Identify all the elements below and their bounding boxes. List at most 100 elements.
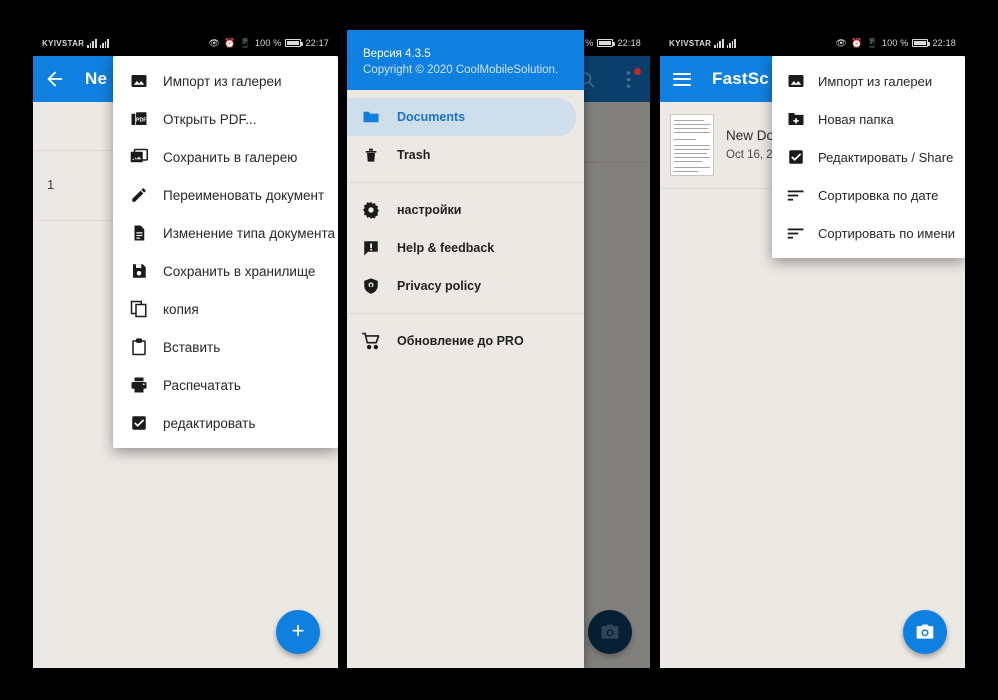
menu-item-import-gallery[interactable]: Импорт из галереи [772, 62, 965, 100]
menu-item-label: Открыть PDF... [163, 111, 257, 127]
hamburger-icon[interactable] [670, 67, 694, 91]
menu-item-rename-document[interactable]: Переименовать документ [113, 176, 338, 214]
drawer-item-label: настройки [397, 203, 462, 217]
menu-item-change-doc-type[interactable]: Изменение типа документа [113, 214, 338, 252]
menu-item-print[interactable]: Распечатать [113, 366, 338, 404]
clock-label: 22:17 [305, 38, 329, 48]
menu-item-import-gallery[interactable]: Импорт из галереи [113, 62, 338, 100]
plus-icon: + [291, 618, 305, 643]
eye-icon: 👁 [208, 37, 221, 48]
drawer-item-label: Privacy policy [397, 279, 482, 293]
clock-label: 22:18 [617, 38, 641, 48]
page-number-label: 1 [47, 177, 55, 192]
status-left-1: KYIVSTAR [42, 38, 110, 48]
battery-icon [912, 39, 931, 47]
menu-item-label: Распечатать [163, 377, 241, 393]
fab-camera-button[interactable] [903, 610, 947, 654]
menu-item-label: Сортировать по имени [818, 225, 956, 241]
notification-badge [634, 68, 641, 75]
menu-item-paste[interactable]: Вставить [113, 328, 338, 366]
battery-percent: 100 % [254, 38, 282, 48]
folder-icon [361, 107, 381, 127]
drawer-item-trash[interactable]: Trash [347, 136, 584, 174]
menu-item-new-folder[interactable]: Новая папка [772, 100, 965, 138]
menu-item-label: Сортировка по дате [818, 187, 939, 203]
drawer-group-3: Обновление до PRO [347, 314, 584, 368]
menu-item-label: Редактировать / Share [818, 149, 954, 165]
signal-icon [87, 38, 97, 48]
vibrate-icon: 📱 [239, 37, 251, 48]
drawer-item-label: Trash [397, 148, 431, 162]
copyright-label: Copyright © 2020 CoolMobileSolution. [363, 64, 559, 76]
drawer-item-label: Обновление до PRO [397, 334, 524, 348]
camera-icon [916, 624, 934, 639]
fab-add-button[interactable]: + [276, 610, 320, 654]
alarm-icon: ⏰ [224, 37, 236, 48]
copy-icon [129, 299, 149, 319]
menu-item-label: редактировать [163, 415, 256, 431]
drawer-item-upgrade-pro[interactable]: Обновление до PRO [347, 322, 584, 360]
menu-item-sort-by-date[interactable]: Сортировка по дате [772, 176, 965, 214]
app-version-label: Версия 4.3.5 [363, 48, 431, 60]
battery-percent: 100 % [881, 38, 909, 48]
shield-icon [361, 276, 381, 296]
status-right-3: 👁 ⏰ 📱 100 % 22:18 [835, 38, 956, 48]
drawer-item-label: Help & feedback [397, 241, 495, 255]
menu-item-label: Изменение типа документа [163, 225, 336, 241]
menu-item-copy[interactable]: копия [113, 290, 338, 328]
battery-icon [597, 39, 616, 47]
menu-item-label: копия [163, 301, 199, 317]
vibrate-icon: 📱 [866, 37, 878, 48]
drawer-item-privacy-policy[interactable]: Privacy policy [347, 267, 584, 305]
pencil-icon [129, 185, 149, 205]
pdf-icon: PDF [129, 109, 149, 129]
hamburger-lines [673, 72, 691, 86]
sort-icon [786, 223, 806, 243]
menu-item-edit-share[interactable]: Редактировать / Share [772, 138, 965, 176]
phone-panel-2: KYIVSTAR 👁 ⏰ 📱 100 % 22:18 [347, 30, 650, 668]
paste-icon [129, 337, 149, 357]
feedback-icon [361, 238, 381, 258]
menu-item-sort-by-name[interactable]: Сортировать по имени [772, 214, 965, 252]
menu-item-save-storage[interactable]: Сохранить в хранилище [113, 252, 338, 290]
page-title-3: FastSc [712, 69, 769, 88]
page-title-1: Ne [85, 69, 108, 88]
drawer-item-help-feedback[interactable]: Help & feedback [347, 229, 584, 267]
menu-item-label: Сохранить в хранилище [163, 263, 316, 279]
drawer-header: Версия 4.3.5 Copyright © 2020 CoolMobile… [347, 30, 584, 90]
arrow-back-icon[interactable] [43, 67, 67, 91]
drawer-group-2: настройки Help & feedback Privacy policy [347, 183, 584, 313]
image-icon [129, 71, 149, 91]
printer-icon [129, 375, 149, 395]
overflow-menu-3[interactable]: Импорт из галереи Новая папка Редактиров… [772, 56, 965, 258]
sort-icon [786, 185, 806, 205]
checkbox-icon [786, 147, 806, 167]
menu-item-edit[interactable]: редактировать [113, 404, 338, 442]
screenshot-stage: KYIVSTAR 👁 ⏰ 📱 100 % 22:17 Ne 1 + Импорт… [0, 0, 998, 700]
gear-icon [361, 200, 381, 220]
carrier-label: KYIVSTAR [669, 38, 712, 48]
battery-icon [285, 39, 304, 47]
menu-item-label: Вставить [163, 339, 221, 355]
menu-item-label: Новая папка [818, 111, 894, 127]
cart-icon [361, 331, 381, 351]
more-vert-icon[interactable] [616, 67, 641, 91]
carrier-label: KYIVSTAR [42, 38, 85, 48]
menu-item-open-pdf[interactable]: PDF Открыть PDF... [113, 100, 338, 138]
document-title: New Do [726, 128, 775, 143]
status-left-3: KYIVSTAR [669, 38, 737, 48]
overflow-menu-1[interactable]: Импорт из галереи PDF Открыть PDF... Сох… [113, 56, 338, 448]
drawer-item-settings[interactable]: настройки [347, 191, 584, 229]
document-thumbnail [670, 114, 714, 176]
signal-icon [714, 38, 724, 48]
menu-item-label: Импорт из галереи [818, 73, 933, 89]
status-bar-1: KYIVSTAR 👁 ⏰ 📱 100 % 22:17 [33, 30, 338, 56]
phone-panel-1: KYIVSTAR 👁 ⏰ 📱 100 % 22:17 Ne 1 + Импорт… [33, 30, 338, 668]
document-date: Oct 16, 2 [726, 149, 773, 161]
clock-label: 22:18 [932, 38, 956, 48]
signal-icon-2 [726, 38, 737, 48]
menu-item-save-gallery[interactable]: Сохранить в галерею [113, 138, 338, 176]
drawer-item-documents[interactable]: Documents [347, 98, 576, 136]
navigation-drawer: Версия 4.3.5 Copyright © 2020 CoolMobile… [347, 30, 584, 668]
eye-icon: 👁 [835, 37, 848, 48]
